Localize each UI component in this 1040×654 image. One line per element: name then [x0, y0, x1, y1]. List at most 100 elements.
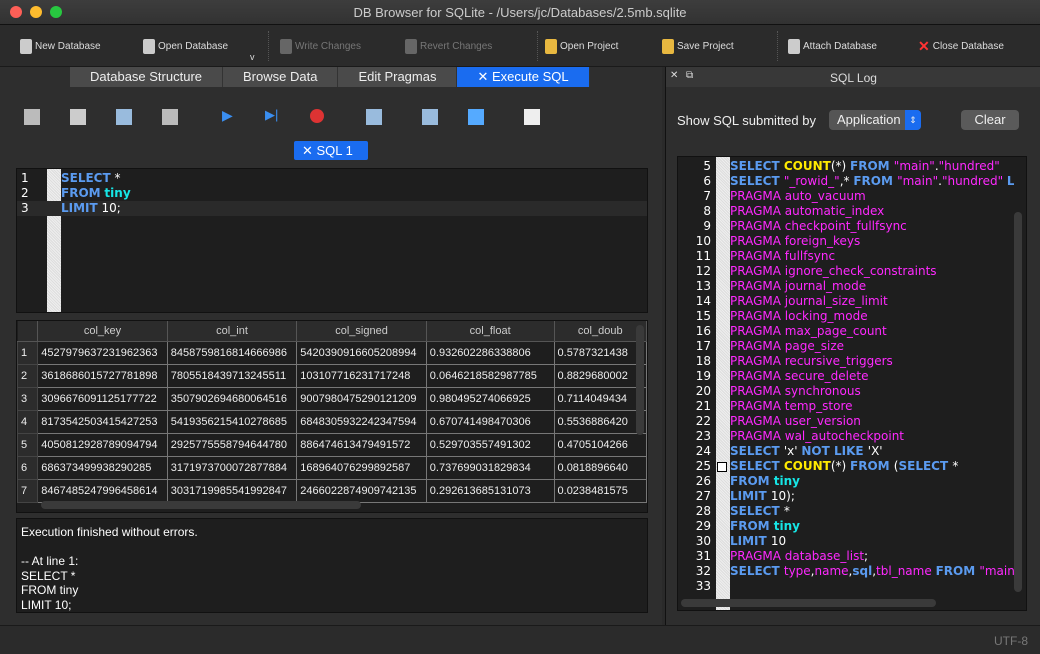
submitted-by-select[interactable]: Application ⇕	[829, 110, 921, 130]
save-project-button[interactable]: Save Project	[662, 37, 734, 55]
table-cell[interactable]: 3618686015727781898	[37, 363, 168, 388]
line-number: 16	[695, 324, 711, 338]
horizontal-scrollbar[interactable]	[41, 501, 361, 509]
column-header[interactable]: col_doub	[554, 321, 647, 342]
table-cell[interactable]: 0.737699031829834	[425, 455, 555, 480]
vertical-scrollbar[interactable]	[1014, 212, 1022, 592]
table-row[interactable]: 1 4527979637231962363 8458759816814666986 5…	[17, 340, 647, 365]
new-database-button[interactable]: New Database	[20, 37, 101, 55]
table-row[interactable]: 5 4050812928789094794 2925775558794644780 8…	[17, 432, 647, 457]
find-icon[interactable]	[422, 109, 438, 125]
sql-editor[interactable]: 1 SELECT * 2 FROM tiny 3 LIMIT 10;	[16, 168, 648, 313]
table-cell[interactable]: 6848305932242347594	[296, 409, 427, 434]
table-cell[interactable]: 8458759816814666986	[166, 340, 298, 365]
table-cell[interactable]: 4527979637231962363	[37, 340, 168, 365]
print-icon[interactable]	[162, 109, 178, 125]
close-tab-icon[interactable]: ✕	[302, 143, 317, 158]
write-changes-button[interactable]: Write Changes	[280, 37, 361, 55]
table-cell[interactable]: 5419356215410278685	[166, 409, 298, 434]
table-cell[interactable]: 0.8829680002	[553, 363, 647, 388]
revert-changes-button[interactable]: Revert Changes	[405, 37, 492, 55]
open-database-button[interactable]: Open Database	[143, 37, 228, 55]
execute-line-icon[interactable]: ▶|	[265, 107, 278, 123]
table-cell[interactable]: 3031719985541992847	[166, 478, 298, 503]
tab-browse-data[interactable]: Browse Data	[223, 67, 339, 87]
table-cell[interactable]: 3507902694680064516	[166, 386, 298, 411]
table-cell[interactable]: 3171973700072877884	[166, 455, 298, 480]
attach-database-icon	[788, 38, 800, 54]
table-cell[interactable]: 5420390916605208994	[296, 340, 427, 365]
column-header[interactable]: col_key	[37, 321, 168, 342]
table-cell[interactable]: 0.0238481575	[553, 478, 647, 503]
row-number[interactable]: 6	[17, 455, 39, 480]
vertical-scrollbar[interactable]	[636, 325, 644, 435]
attach-database-button[interactable]: Attach Database	[788, 37, 877, 55]
stop-execution-icon[interactable]	[310, 109, 324, 123]
row-number[interactable]: 5	[17, 432, 39, 457]
execute-all-icon[interactable]: ▶	[222, 107, 233, 124]
table-cell[interactable]: 8173542503415427253	[37, 409, 168, 434]
table-row[interactable]: 7 8467485247996458614 3031719985541992847 2…	[17, 478, 647, 503]
table-cell[interactable]: 4050812928789094794	[37, 432, 168, 457]
table-cell[interactable]: 0.932602286338806	[425, 340, 555, 365]
table-cell[interactable]: 8467485247996458614	[37, 478, 168, 503]
table-cell[interactable]: 103107716231717248	[296, 363, 427, 388]
row-number[interactable]: 7	[17, 478, 39, 503]
table-cell[interactable]: 3096676091125177722	[37, 386, 168, 411]
code-token: COUNT	[783, 159, 831, 173]
tab-database-structure[interactable]: Database Structure	[70, 67, 224, 87]
table-cell[interactable]: 0.4705104266	[553, 432, 647, 457]
tab-execute-sql[interactable]: ✕ Execute SQL	[457, 67, 590, 87]
table-cell[interactable]: 0.0646218582987785	[425, 363, 555, 388]
table-row[interactable]: 3 3096676091125177722 3507902694680064516 9…	[17, 386, 647, 411]
open-sql-file-icon[interactable]	[70, 109, 86, 125]
save-results-icon[interactable]	[366, 109, 382, 125]
clear-log-button[interactable]: Clear	[961, 110, 1019, 130]
sql-log-view[interactable]: 5 SELECT COUNT(*) FROM "main"."hundred" 6 S…	[677, 156, 1027, 611]
table-cell[interactable]: 0.7114049434	[553, 386, 647, 411]
table-cell[interactable]: 0.5787321438	[553, 340, 647, 365]
row-number[interactable]: 2	[17, 363, 39, 388]
table-cell[interactable]: 0.529703557491302	[425, 432, 555, 457]
table-row[interactable]: 4 8173542503415427253 5419356215410278685 6…	[17, 409, 647, 434]
table-cell[interactable]: 7805518439713245511	[166, 363, 298, 388]
status-bar: UTF-8	[0, 625, 1040, 654]
table-cell[interactable]: 9007980475290121209	[296, 386, 427, 411]
tab-edit-pragmas[interactable]: Edit Pragmas	[338, 67, 458, 87]
table-cell[interactable]: 0.670741498470306	[425, 409, 555, 434]
log-line: 12 PRAGMA ignore_check_constraints	[678, 264, 1014, 279]
open-tab-icon[interactable]	[24, 109, 40, 125]
table-cell[interactable]: 686373499938290285	[37, 455, 168, 480]
table-cell[interactable]: 0.0818896640	[553, 455, 647, 480]
open-database-dropdown-chevron-icon[interactable]: v	[250, 52, 255, 62]
row-number[interactable]: 1	[17, 340, 39, 365]
table-cell[interactable]: 0.292613685131073	[425, 478, 555, 503]
label: New Database	[35, 40, 101, 52]
code-token: ,*	[839, 174, 854, 188]
row-number[interactable]: 4	[17, 409, 39, 434]
table-cell[interactable]: 0.980495274066925	[425, 386, 555, 411]
editor-line: 2 FROM tiny	[17, 186, 647, 201]
table-cell[interactable]: 168964076299892587	[296, 455, 427, 480]
column-header[interactable]: col_signed	[296, 321, 427, 342]
column-header[interactable]: col_int	[167, 321, 298, 342]
results-grid[interactable]: col_key col_int col_signed col_float col_dou…	[16, 320, 648, 513]
table-cell[interactable]: 2466022874909742135	[296, 478, 427, 503]
table-cell[interactable]: 2925775558794644780	[166, 432, 298, 457]
code-token: PRAGMA user_version	[730, 414, 861, 428]
table-cell[interactable]: 0.5536886420	[553, 409, 647, 434]
horizontal-scrollbar[interactable]	[681, 599, 936, 607]
comment-icon[interactable]	[524, 109, 540, 125]
save-sql-file-icon[interactable]	[116, 109, 132, 125]
close-database-button[interactable]: ✕ Close Database	[918, 37, 1004, 55]
find-replace-icon[interactable]	[468, 109, 484, 125]
line-number: 10	[695, 234, 711, 248]
tab-sql-1[interactable]: ✕ SQL 1	[294, 141, 368, 160]
close-tab-icon[interactable]: ✕	[477, 69, 492, 84]
column-header[interactable]: col_float	[426, 321, 555, 342]
table-row[interactable]: 2 3618686015727781898 7805518439713245511 1…	[17, 363, 647, 388]
row-number[interactable]: 3	[17, 386, 39, 411]
table-cell[interactable]: 886474613479491572	[296, 432, 427, 457]
table-row[interactable]: 6 686373499938290285 3171973700072877884 16…	[17, 455, 647, 480]
open-project-button[interactable]: Open Project	[545, 37, 618, 55]
